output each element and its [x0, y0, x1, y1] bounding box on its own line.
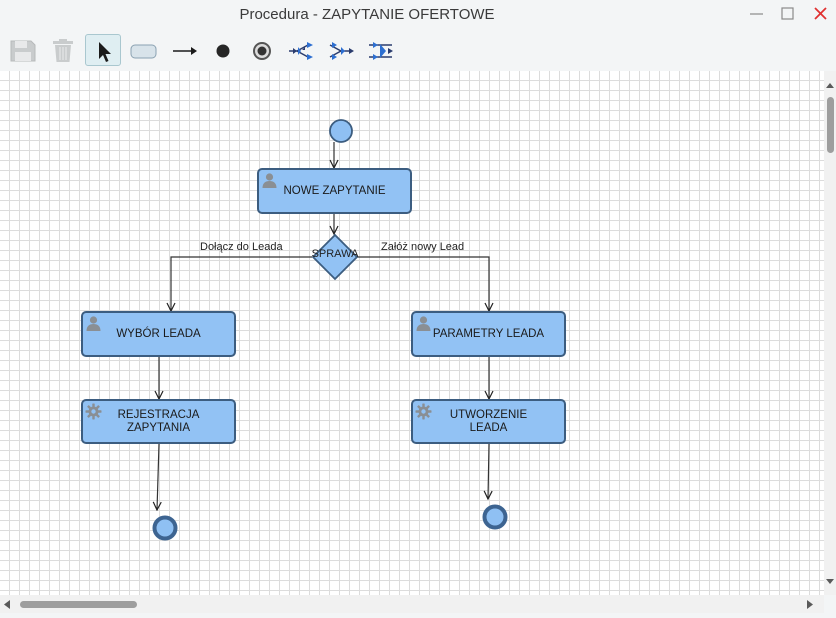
task-rejestracja-zapytania[interactable]: REJESTRACJA ZAPYTANIA: [81, 399, 236, 444]
scroll-right-arrow[interactable]: [807, 600, 813, 609]
maximize-icon: [781, 7, 794, 20]
start-event[interactable]: [329, 119, 353, 143]
task-utworzenie-leada[interactable]: UTWORZENIE LEADA: [411, 399, 566, 444]
start-event-tool-button[interactable]: [205, 34, 241, 66]
window-titlebar: Procedura - ZAPYTANIE OFERTOWE: [0, 0, 836, 30]
task-label: REJESTRACJA ZAPYTANIA: [117, 408, 200, 434]
edge-utworzenie-end[interactable]: [488, 443, 489, 499]
minimize-button[interactable]: [742, 2, 772, 26]
vertical-scroll-thumb[interactable]: [827, 97, 834, 153]
user-icon: [86, 316, 101, 331]
trash-icon: [53, 39, 73, 62]
vertical-scrollbar[interactable]: [824, 71, 836, 595]
merge-icon: [369, 42, 393, 60]
task-label: UTWORZENIE LEADA: [449, 408, 528, 434]
cursor-arrow-icon: [99, 42, 111, 62]
end-event-right[interactable]: [482, 504, 508, 530]
task-label: WYBÓR LEADA: [116, 327, 201, 340]
task-wybor-leada[interactable]: WYBÓR LEADA: [81, 311, 236, 357]
transition-tool-button[interactable]: [166, 34, 202, 66]
edge-rejestracja-end[interactable]: [157, 443, 159, 510]
edge-decision-wybor[interactable]: [171, 256, 312, 311]
ring-circle-icon: [253, 42, 271, 60]
edge-label-right: Załóż nowy Lead: [381, 241, 465, 253]
edge-decision-parametry[interactable]: [357, 256, 489, 311]
task-parametry-leada[interactable]: PARAMETRY LEADA: [411, 311, 566, 357]
task-label: PARAMETRY LEADA: [432, 327, 545, 340]
scroll-up-arrow[interactable]: [826, 83, 834, 88]
close-button[interactable]: [804, 2, 834, 26]
maximize-button[interactable]: [772, 2, 802, 26]
delete-button[interactable]: [45, 34, 81, 66]
fork-icon: [289, 42, 313, 60]
diagram-canvas[interactable]: SPRAWA Dołącz do Leada Załóż nowy Lead N…: [0, 71, 824, 595]
task-label: NOWE ZAPYTANIE: [283, 184, 386, 197]
fork-tool-button[interactable]: [284, 34, 320, 66]
select-tool-button[interactable]: [85, 34, 121, 66]
horizontal-scrollbar[interactable]: [0, 595, 824, 613]
gear-icon: [415, 403, 432, 420]
arrow-right-icon: [173, 47, 197, 55]
edge-label-left: Dołącz do Leada: [200, 241, 283, 253]
minimize-icon: [750, 13, 763, 15]
merge-tool-button[interactable]: [364, 34, 400, 66]
floppy-disk-icon: [10, 40, 36, 62]
window-title: Procedura - ZAPYTANIE OFERTOWE: [239, 6, 495, 23]
join-tool-button[interactable]: [324, 34, 360, 66]
close-icon: [814, 7, 827, 20]
horizontal-scroll-thumb[interactable]: [20, 601, 137, 608]
end-event-tool-button[interactable]: [244, 34, 280, 66]
join-icon: [329, 42, 354, 60]
toolbar: [0, 30, 836, 70]
rounded-rect-icon: [130, 44, 157, 59]
decision-label: SPRAWA: [311, 248, 359, 260]
gear-icon: [85, 403, 102, 420]
user-icon: [416, 316, 431, 331]
end-event-left[interactable]: [152, 515, 178, 541]
filled-circle-icon: [216, 44, 230, 58]
save-button[interactable]: [5, 34, 41, 66]
scroll-down-arrow[interactable]: [826, 579, 834, 584]
scroll-left-arrow[interactable]: [4, 600, 10, 609]
task-tool-button[interactable]: [125, 34, 161, 66]
task-nowe-zapytanie[interactable]: NOWE ZAPYTANIE: [257, 168, 412, 214]
user-icon: [262, 173, 277, 188]
